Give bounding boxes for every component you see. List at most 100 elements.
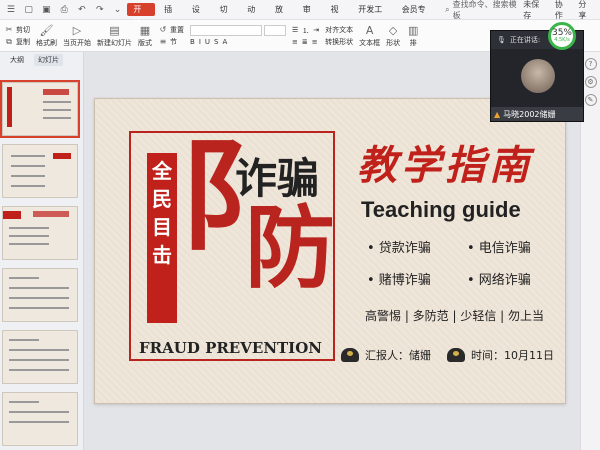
italic-icon[interactable]: I [199,38,201,46]
thumb-line [9,411,69,413]
file-icon[interactable]: ▢ [22,3,36,17]
command-search[interactable]: ⌕ 查找命令、搜索模板 [445,0,523,21]
align-center-icon[interactable]: ≣ [302,38,308,46]
arrange-icon: ▥ [407,23,419,37]
tab-member[interactable]: 会员专享 [396,0,439,34]
tab-home[interactable]: 开始 [127,3,156,27]
convert-shape-label: 转换形状 [325,37,354,46]
arrange-button[interactable]: ▥ 排 [406,23,420,48]
undo-icon[interactable]: ↶ [75,3,89,17]
current-slide[interactable]: 全民目击 阝 诈骗 防 FRAUD PREVENTION 教学指南 Teachi… [94,98,566,404]
slogan-text: 全民目击 [152,159,172,267]
slide-title-en: Teaching guide [361,197,521,222]
tab-slideshow[interactable]: 放映 [269,0,297,34]
fraud-prevention-text: FRAUD PREVENTION [139,339,322,357]
new-slide-button[interactable]: ▤ 新建幻灯片 [97,23,132,48]
indent-icon[interactable]: ⇥ [313,26,319,36]
thumb-line [43,101,71,103]
layout-button[interactable]: ▦ 版式 [138,23,152,48]
fraud-type-item: • 电信诈骗 [467,241,531,256]
tab-review[interactable]: 审阅 [297,0,325,34]
thumb-title [43,89,69,95]
format-painter-button[interactable]: 🖌 格式刷 [36,23,57,48]
layout-label: 版式 [138,39,152,47]
thumb-line [11,155,45,157]
bullet-list-icon[interactable]: ☰ [292,26,298,36]
tab-outline[interactable]: 大纲 [10,55,24,65]
copy-button[interactable]: ⧉ 复制 [4,37,30,47]
thumb-title [33,211,69,217]
play-label: 当页开始 [63,39,91,47]
tab-animation[interactable]: 动画 [241,0,269,34]
tab-insert[interactable]: 插入 [158,0,186,34]
thumb-line [9,421,69,423]
slide-thumbnail-3[interactable] [2,206,78,260]
cut-button[interactable]: ✂ 剪切 [4,25,30,35]
strikethrough-icon[interactable]: S [214,38,218,46]
slide-thumbnail-5[interactable] [2,330,78,384]
slide-thumbnail-1[interactable] [0,80,80,138]
cut-label: 剪切 [16,25,30,34]
align-text-label: 对齐文本 [325,25,354,34]
tab-transition[interactable]: 切换 [214,0,242,34]
fraud-type-item: • 贷款诈骗 [367,241,431,256]
network-speed: 4.5K/s [554,37,570,43]
copy-icon: ⧉ [6,36,12,46]
pen-icon[interactable]: ✎ [584,94,597,106]
number-list-icon[interactable]: ⒈ [302,26,309,36]
section-button[interactable]: ≡ 节 [158,37,184,47]
font-size-select[interactable] [264,25,286,36]
settings-icon[interactable]: ⚙ [584,76,597,88]
font-family-select[interactable] [190,25,262,36]
bold-icon[interactable]: B [190,38,195,46]
police-cap-icon [447,348,465,362]
tab-view[interactable]: 视图 [325,0,353,34]
slide-thumbnail-6[interactable] [2,392,78,446]
align-right-icon[interactable]: ≡ [312,38,318,46]
slide-thumbnail-2[interactable] [2,144,78,198]
collab-button[interactable]: 协作 [555,0,571,21]
menu-icon[interactable]: ☰ [4,3,18,17]
thumb-line [9,339,39,341]
network-speed-badge[interactable]: 35% 4.5K/s [548,22,576,50]
fraud-type-item: • 网络诈骗 [467,273,531,288]
text-box-button[interactable]: A 文本框 [359,23,380,48]
save-status[interactable]: 未保存 [523,0,546,21]
thumb-line [11,165,45,167]
thumb-line [9,243,49,245]
font-color-icon[interactable]: A [222,38,227,46]
slide-thumbnail-4[interactable] [2,268,78,322]
tab-design[interactable]: 设计 [186,0,214,34]
share-button[interactable]: 分享 [578,0,594,21]
print-icon[interactable]: ⎙ [57,3,71,17]
police-cap-icon [341,348,359,362]
brush-icon: 🖌 [39,23,54,37]
font-group: B I U S A [190,25,286,46]
thumb-line [9,307,69,309]
reset-button[interactable]: ↺ 重置 [158,25,184,35]
thumb-title [53,153,71,159]
copy-label: 复制 [16,37,30,46]
convert-shape-button[interactable]: 转换形状 [325,37,353,47]
thumb-line [11,175,45,177]
thumb-line [9,297,69,299]
align-left-icon[interactable]: ≡ [292,38,298,46]
play-current-button[interactable]: ▷ 当页开始 [63,23,91,48]
underline-icon[interactable]: U [205,38,210,46]
participant-name-bar: ▲ 马晓2002储姗 [491,107,583,121]
chevron-down-icon[interactable]: ⌄ [111,3,125,17]
thumb-red-bar [7,87,12,127]
thumb-line [9,359,69,361]
thumb-line [9,287,69,289]
tab-developer[interactable]: 开发工具 [352,0,395,34]
shape-button[interactable]: ◇ 形状 [386,23,400,48]
redo-icon[interactable]: ↷ [93,3,107,17]
participant-name: 马晓2002储姗 [503,109,556,119]
user-icon: ▲ [494,109,501,119]
help-icon[interactable]: ? [584,58,597,70]
save-icon[interactable]: ▣ [40,3,54,17]
align-text-button[interactable]: 对齐文本 [325,25,353,35]
thumb-line [9,401,39,403]
tab-slides[interactable]: 幻灯片 [34,54,63,66]
panel-tabs: 大纲 幻灯片 [0,52,83,68]
